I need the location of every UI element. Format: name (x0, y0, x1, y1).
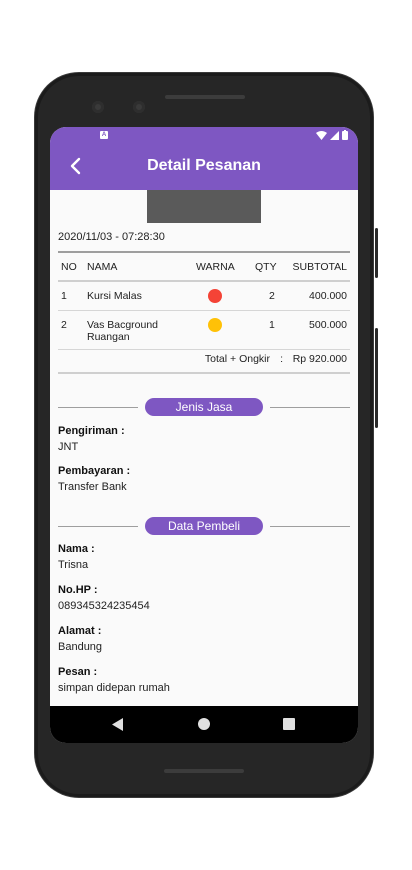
field-pembayaran: Pembayaran : Transfer Bank (58, 465, 130, 493)
field-nama: Nama : Trisna (58, 543, 95, 571)
item-no: 1 (61, 290, 67, 302)
table-row: 1 Kursi Malas 2 400.000 (58, 282, 350, 311)
field-label: Alamat : (58, 625, 102, 637)
field-value: Trisna (58, 559, 89, 571)
color-swatch (208, 289, 222, 303)
field-label: No.HP : (58, 584, 98, 596)
volume-button (375, 328, 378, 428)
power-button (375, 228, 378, 278)
notification-icon: A (100, 131, 108, 139)
field-value: JNT (58, 441, 79, 453)
field-value: Bandung (58, 641, 103, 653)
column-header-warna: WARNA (196, 261, 235, 273)
app-bar: Detail Pesanan (50, 143, 358, 190)
field-label: Pembayaran : (58, 465, 131, 477)
table-row: 2 Vas Bacground Ruangan 1 500.000 (58, 311, 350, 350)
section-label: Data Pembeli (145, 517, 263, 535)
recents-square-icon[interactable] (283, 718, 295, 730)
battery-icon (342, 130, 348, 140)
screen: A Detail Pesanan 2020/11/03 - 07:28:30 N… (50, 127, 358, 743)
field-value: Transfer Bank (58, 481, 127, 493)
item-qty: 2 (269, 290, 275, 302)
status-bar: A (50, 127, 358, 143)
back-triangle-icon[interactable] (112, 718, 124, 731)
column-header-qty: QTY (255, 261, 277, 273)
status-icons (316, 130, 348, 140)
wifi-icon (316, 130, 327, 140)
product-image (147, 190, 261, 223)
divider (270, 407, 350, 408)
order-detail-content[interactable]: 2020/11/03 - 07:28:30 NO NAMA WARNA QTY … (50, 190, 358, 705)
divider (270, 526, 350, 527)
column-header-no: NO (61, 261, 77, 273)
total-row: Total + Ongkir : Rp 920.000 (58, 347, 350, 374)
field-value: 089345324235454 (58, 600, 150, 612)
system-nav-bar (50, 706, 358, 743)
total-value: Rp 920.000 (292, 353, 347, 365)
field-no-hp: No.HP : 089345324235454 (58, 584, 150, 612)
item-no: 2 (61, 319, 67, 331)
bottom-speaker (164, 769, 244, 773)
column-header-nama: NAMA (87, 261, 118, 273)
front-sensor (133, 101, 145, 113)
earpiece-speaker (165, 95, 245, 99)
total-colon: : (280, 353, 283, 365)
field-label: Nama : (58, 543, 95, 555)
home-circle-icon[interactable] (198, 718, 210, 730)
total-label: Total + Ongkir (204, 353, 270, 365)
page-title: Detail Pesanan (147, 157, 261, 174)
order-table: NO NAMA WARNA QTY SUBTOTAL 1 Kursi Malas… (58, 251, 350, 350)
item-subtotal: 400.000 (309, 290, 347, 302)
field-alamat: Alamat : Bandung (58, 625, 102, 653)
column-header-subtotal: SUBTOTAL (292, 261, 347, 273)
color-swatch (208, 318, 222, 332)
table-header: NO NAMA WARNA QTY SUBTOTAL (58, 253, 350, 282)
signal-icon (330, 130, 339, 140)
item-qty: 1 (269, 319, 275, 331)
item-nama: Kursi Malas (87, 290, 142, 302)
field-pengiriman: Pengiriman : JNT (58, 425, 125, 453)
item-subtotal: 500.000 (309, 319, 347, 331)
field-label: Pengiriman : (58, 425, 125, 437)
divider (58, 526, 138, 527)
order-datetime: 2020/11/03 - 07:28:30 (58, 231, 165, 243)
field-value: simpan didepan rumah (58, 682, 170, 694)
divider (58, 407, 138, 408)
section-jenis-jasa: Jenis Jasa (58, 398, 350, 416)
item-nama: Vas Bacground Ruangan (87, 319, 159, 343)
field-label: Pesan : (58, 666, 98, 678)
front-camera (92, 101, 104, 113)
section-data-pembeli: Data Pembeli (58, 517, 350, 535)
field-pesan: Pesan : simpan didepan rumah (58, 666, 170, 694)
section-label: Jenis Jasa (145, 398, 263, 416)
